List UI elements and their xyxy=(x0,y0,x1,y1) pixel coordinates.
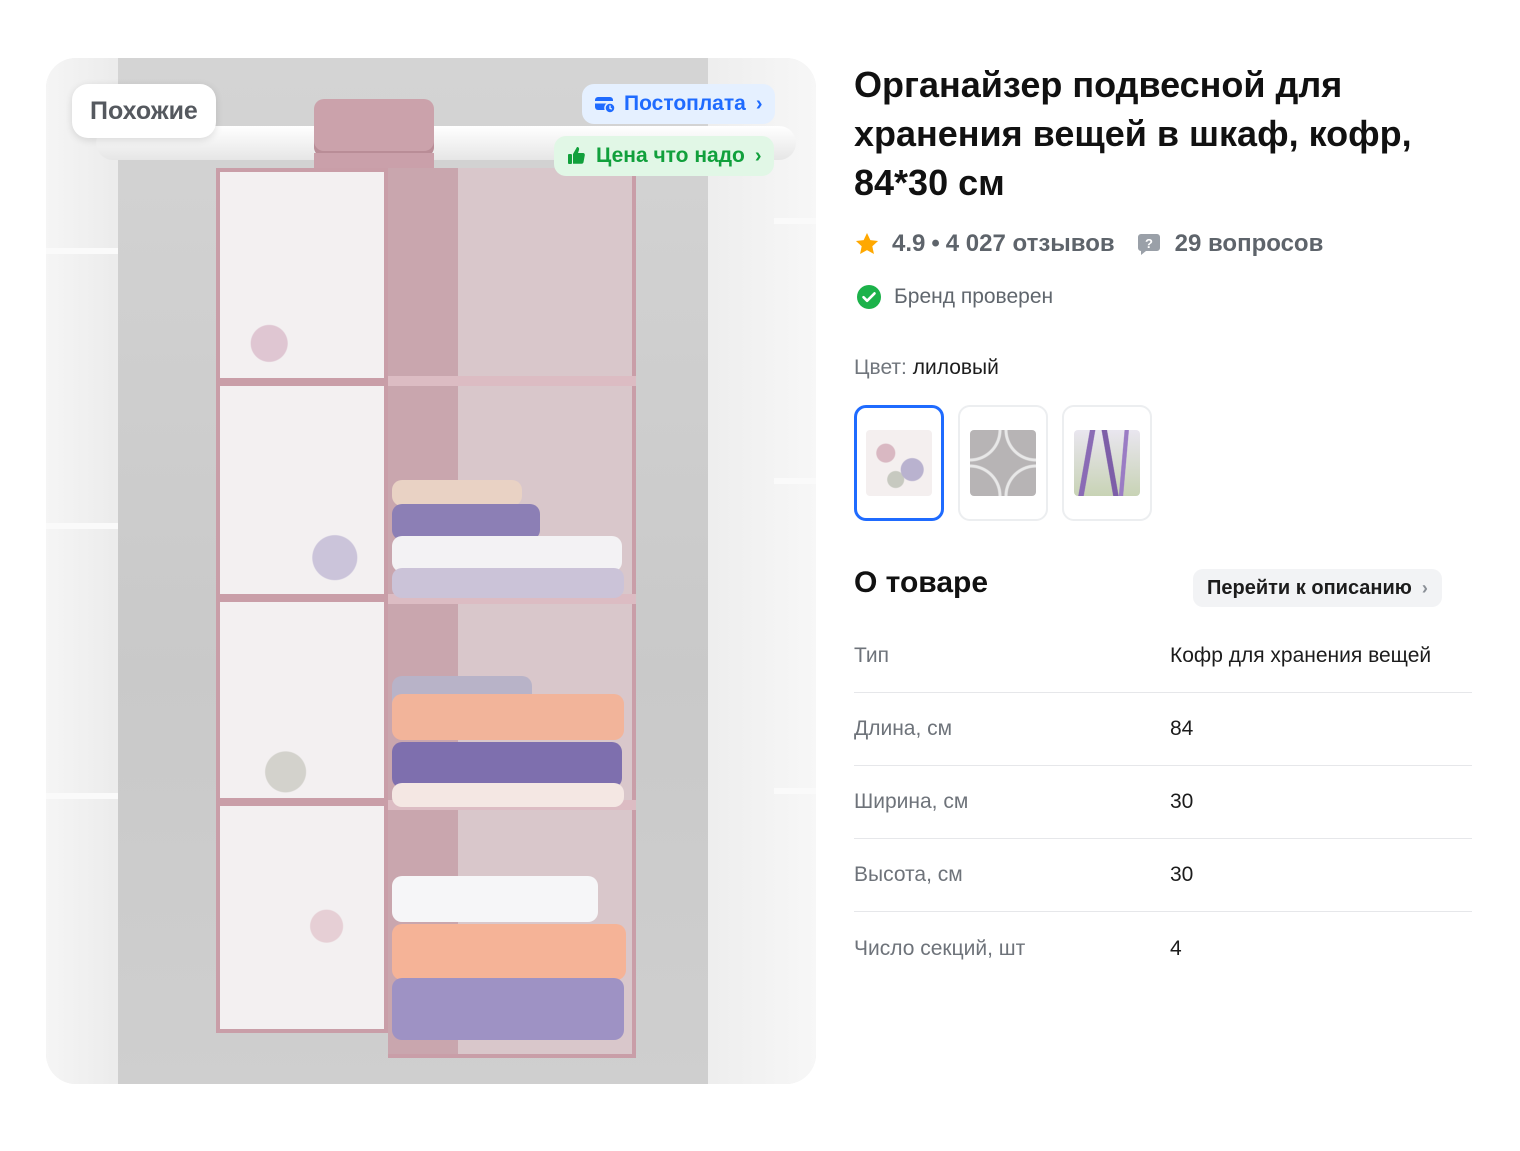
shelf-line xyxy=(46,523,118,529)
spec-key: Тип xyxy=(854,644,890,667)
fair-price-badge[interactable]: Цена что надо › xyxy=(554,136,774,176)
spec-row: Число секций, шт 4 xyxy=(854,912,1472,985)
shelf-line xyxy=(774,788,816,794)
folded-cloth xyxy=(392,536,622,572)
spec-value: Кофр для хранения вещей xyxy=(1170,644,1432,667)
spec-value: 30 xyxy=(1170,790,1194,813)
rating-row: 4.9 • 4 027 отзывов ? 29 вопросов xyxy=(854,226,1323,262)
chevron-right-icon: › xyxy=(1421,577,1428,598)
spec-row: Ширина, см 30 xyxy=(854,766,1472,839)
postpay-label: Постоплата xyxy=(624,92,746,115)
folded-cloth xyxy=(392,504,540,540)
check-circle-icon xyxy=(857,285,881,309)
similar-label: Похожие xyxy=(90,96,198,125)
spec-value: 4 xyxy=(1170,936,1182,960)
color-value: лиловый xyxy=(912,356,999,379)
folded-cloth xyxy=(392,876,598,922)
card-clock-icon xyxy=(594,93,616,115)
brand-verified: Бренд проверен xyxy=(856,284,1053,310)
color-label-prefix: Цвет: xyxy=(854,356,907,379)
reviews-link[interactable]: 4 027 отзывов xyxy=(946,230,1115,258)
product-page: Похожие Постоплата › Цена что надо › Орг… xyxy=(0,0,1520,1151)
folded-cloth xyxy=(392,694,624,740)
floral-swatch-image xyxy=(866,430,932,496)
color-label: Цвет: лиловый xyxy=(854,356,999,380)
color-swatch-geometric[interactable] xyxy=(958,405,1048,521)
shelf-line xyxy=(46,793,118,799)
brand-verified-label: Бренд проверен xyxy=(894,285,1054,308)
thumbs-up-icon xyxy=(566,145,588,167)
star-icon xyxy=(855,232,879,254)
rating-separator: • xyxy=(931,230,940,257)
color-swatch-lavender[interactable] xyxy=(1062,405,1152,521)
spec-key: Длина, см xyxy=(854,717,953,740)
spec-key: Ширина, см xyxy=(854,790,969,813)
shelf-line xyxy=(46,248,118,254)
similar-button[interactable]: Похожие xyxy=(72,84,216,138)
folded-cloth xyxy=(392,568,624,598)
organizer-divider xyxy=(220,378,386,386)
fair-price-label: Цена что надо xyxy=(596,144,745,167)
chevron-right-icon: › xyxy=(755,92,763,115)
geometric-swatch-image xyxy=(970,430,1036,496)
spec-value: 30 xyxy=(1170,863,1194,886)
spec-row: Высота, см 30 xyxy=(854,839,1472,912)
organizer-divider xyxy=(220,798,386,806)
spec-key: Высота, см xyxy=(854,863,963,886)
questions-link[interactable]: 29 вопросов xyxy=(1175,230,1324,258)
specs-table: Тип Кофр для хранения вещей Длина, см 84… xyxy=(854,620,1472,985)
spec-row: Длина, см 84 xyxy=(854,693,1472,766)
shelf-line xyxy=(774,218,816,224)
folded-cloth xyxy=(392,978,624,1040)
lavender-swatch-image xyxy=(1074,430,1140,496)
spec-value: 84 xyxy=(1170,717,1194,740)
organizer-shelf xyxy=(388,376,636,386)
organizer-hanger xyxy=(314,99,434,157)
organizer-divider xyxy=(220,594,386,602)
folded-cloth xyxy=(392,924,626,980)
question-bubble-icon: ? xyxy=(1137,234,1160,255)
product-image[interactable] xyxy=(46,58,816,1084)
folded-cloth xyxy=(392,480,522,506)
wardrobe-left xyxy=(46,58,121,1084)
goto-description-label: Перейти к описанию xyxy=(1207,576,1412,599)
folded-cloth xyxy=(392,783,624,807)
spec-key: Число секций, шт xyxy=(854,936,1026,960)
chevron-right-icon: › xyxy=(754,144,762,167)
shelf-line xyxy=(774,478,816,484)
product-title: Органайзер подвесной для хранения вещей … xyxy=(854,64,1412,203)
goto-description-button[interactable]: Перейти к описанию › xyxy=(1193,569,1442,607)
rating-value: 4.9 xyxy=(892,230,926,257)
folded-cloth xyxy=(392,742,622,788)
color-swatch-floral[interactable] xyxy=(854,405,944,521)
spec-row: Тип Кофр для хранения вещей xyxy=(854,620,1472,693)
postpay-badge[interactable]: Постоплата › xyxy=(582,84,775,124)
svg-text:?: ? xyxy=(1145,236,1153,251)
about-heading: О товаре xyxy=(854,566,989,599)
wardrobe-right xyxy=(701,58,816,1084)
